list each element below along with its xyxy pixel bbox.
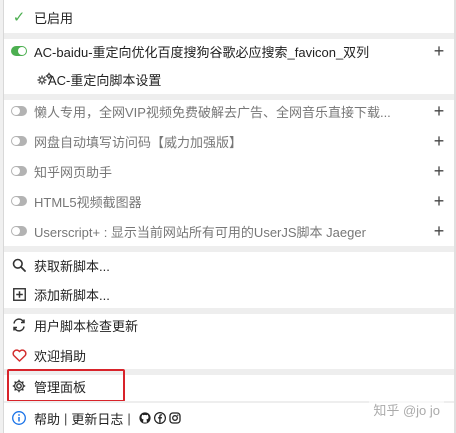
- script-name: Userscript+ : 显示当前网站所有可用的UserJS脚本 Jaeger: [34, 224, 366, 240]
- script-name: AC-baidu-重定向优化百度搜狗谷歌必应搜索_favicon_双列: [34, 44, 370, 60]
- tampermonkey-popup-menu: ✓ 已启用 AC-baidu-重定向优化百度搜狗谷歌必应搜索_favicon_双…: [4, 0, 454, 433]
- github-icon[interactable]: [139, 412, 151, 424]
- expand-plus-button[interactable]: +: [424, 222, 454, 240]
- separator: |: [127, 410, 131, 426]
- separator: |: [64, 410, 68, 426]
- check-updates-label: 用户脚本检查更新: [34, 318, 139, 334]
- expand-plus-button[interactable]: +: [424, 42, 454, 60]
- expand-plus-button[interactable]: +: [424, 192, 454, 210]
- heart-icon: [12, 348, 26, 362]
- watermark: 知乎 @jo jo: [369, 400, 444, 419]
- toggle-off-icon[interactable]: [11, 166, 27, 176]
- donate-label: 欢迎捐助: [34, 348, 87, 364]
- script-name: 懒人专用，全网VIP视频免费破解去广告、全网音乐直接下载...: [34, 104, 391, 120]
- toggle-off-icon[interactable]: [11, 226, 27, 236]
- script-row-zhihu-helper[interactable]: 知乎网页助手 +: [4, 156, 454, 186]
- script-name: 知乎网页助手: [34, 164, 113, 180]
- script-row-vip-video[interactable]: 懒人专用，全网VIP视频免费破解去广告、全网音乐直接下载... +: [4, 96, 454, 126]
- script-settings-label: AC-重定向脚本设置: [48, 72, 162, 88]
- changelog-link[interactable]: 更新日志: [71, 409, 123, 428]
- script-name: HTML5视频截图器: [34, 194, 142, 210]
- enabled-label: 已启用: [34, 10, 74, 26]
- script-row-netdisk[interactable]: 网盘自动填写访问码【威力加强版】 +: [4, 126, 454, 156]
- toggle-off-icon[interactable]: [11, 106, 27, 116]
- add-new-script-item[interactable]: 添加新脚本...: [4, 279, 454, 309]
- info-icon: [12, 411, 26, 425]
- get-new-script-item[interactable]: 获取新脚本...: [4, 250, 454, 280]
- help-link[interactable]: 帮助: [34, 409, 60, 428]
- expand-plus-button[interactable]: +: [424, 102, 454, 120]
- add-square-icon: [12, 287, 26, 301]
- dashboard-highlight-box: [7, 369, 125, 402]
- check-updates-item[interactable]: 用户脚本检查更新: [4, 310, 454, 340]
- search-icon: [12, 258, 26, 272]
- script-settings-row[interactable]: AC-重定向脚本设置: [4, 64, 454, 94]
- script-name: 网盘自动填写访问码【威力加强版】: [34, 134, 243, 150]
- refresh-icon: [13, 318, 25, 332]
- toggle-off-icon[interactable]: [11, 196, 27, 206]
- script-row-userscript-plus[interactable]: Userscript+ : 显示当前网站所有可用的UserJS脚本 Jaeger…: [4, 216, 454, 246]
- donate-item[interactable]: 欢迎捐助: [4, 340, 454, 370]
- expand-plus-button[interactable]: +: [424, 132, 454, 150]
- check-icon: ✓: [12, 9, 26, 26]
- script-row-ac-baidu[interactable]: AC-baidu-重定向优化百度搜狗谷歌必应搜索_favicon_双列 +: [4, 36, 454, 66]
- toggle-on-icon[interactable]: [11, 46, 27, 56]
- expand-plus-button[interactable]: +: [424, 162, 454, 180]
- enabled-toggle-row[interactable]: ✓ 已启用: [4, 2, 454, 32]
- social-links: [139, 412, 181, 424]
- instagram-icon[interactable]: [169, 412, 181, 424]
- toggle-off-icon[interactable]: [11, 136, 27, 146]
- get-new-script-label: 获取新脚本...: [34, 258, 110, 274]
- script-row-html5-screenshot[interactable]: HTML5视频截图器 +: [4, 186, 454, 216]
- add-new-script-label: 添加新脚本...: [34, 287, 110, 303]
- facebook-icon[interactable]: [153, 412, 166, 424]
- footer-links: 帮助 | 更新日志 |: [34, 409, 181, 428]
